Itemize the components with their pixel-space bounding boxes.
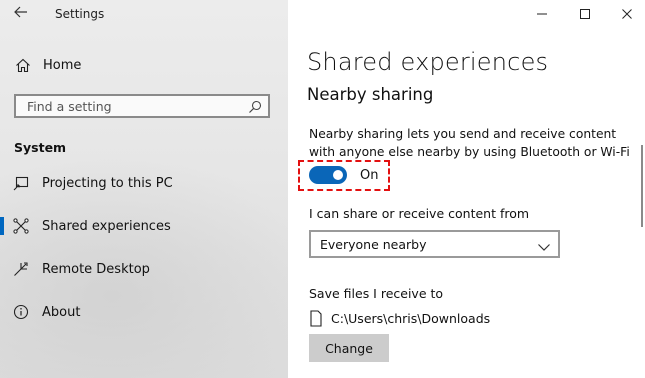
main-content: Shared experiences Nearby sharing Nearby…	[288, 0, 645, 378]
sidebar-item-label: Projecting to this PC	[42, 175, 173, 191]
sidebar-item-remote-desktop[interactable]: Remote Desktop	[0, 254, 288, 284]
sidebar-item-label: Remote Desktop	[42, 261, 150, 277]
close-icon[interactable]	[615, 4, 639, 24]
save-path: C:\Users\chris\Downloads	[331, 310, 491, 326]
search-input[interactable]	[25, 97, 249, 115]
sidebar-item-about[interactable]: About	[0, 297, 288, 327]
page-title: Shared experiences	[307, 48, 549, 76]
sidebar-item-shared-experiences[interactable]: Shared experiences	[0, 211, 288, 241]
maximize-icon[interactable]	[573, 4, 597, 24]
minimize-icon[interactable]	[530, 4, 554, 24]
remote-desktop-icon	[12, 260, 30, 278]
sidebar-item-home[interactable]: Home	[14, 54, 81, 76]
save-files-label: Save files I receive to	[309, 286, 444, 301]
sidebar-item-projecting[interactable]: Projecting to this PC	[0, 168, 288, 198]
section-title: Nearby sharing	[307, 85, 434, 104]
section-heading-system: System	[14, 140, 67, 155]
change-button[interactable]: Change	[309, 334, 389, 362]
save-path-row: C:\Users\chris\Downloads	[309, 309, 490, 327]
info-icon	[12, 303, 30, 321]
scrollbar[interactable]	[641, 145, 643, 227]
home-icon	[14, 56, 32, 74]
projector-icon	[12, 174, 30, 192]
home-label: Home	[43, 57, 82, 73]
document-icon	[309, 309, 323, 327]
chevron-down-icon	[537, 238, 551, 257]
shared-experiences-icon	[12, 217, 30, 235]
highlight-annotation	[298, 160, 390, 191]
search-box[interactable]	[14, 94, 270, 118]
share-from-dropdown[interactable]: Everyone nearby	[309, 230, 560, 258]
dropdown-value: Everyone nearby	[320, 236, 427, 252]
sidebar-item-label: About	[42, 304, 81, 320]
back-arrow-icon[interactable]	[14, 6, 28, 22]
sidebar-item-label: Shared experiences	[42, 218, 171, 234]
share-from-label: I can share or receive content from	[309, 206, 530, 221]
sidebar: Settings Home System Projecting to this …	[0, 0, 288, 378]
nearby-sharing-description: Nearby sharing lets you send and receive…	[309, 127, 630, 159]
app-title: Settings	[55, 7, 105, 21]
search-icon[interactable]	[248, 99, 262, 118]
